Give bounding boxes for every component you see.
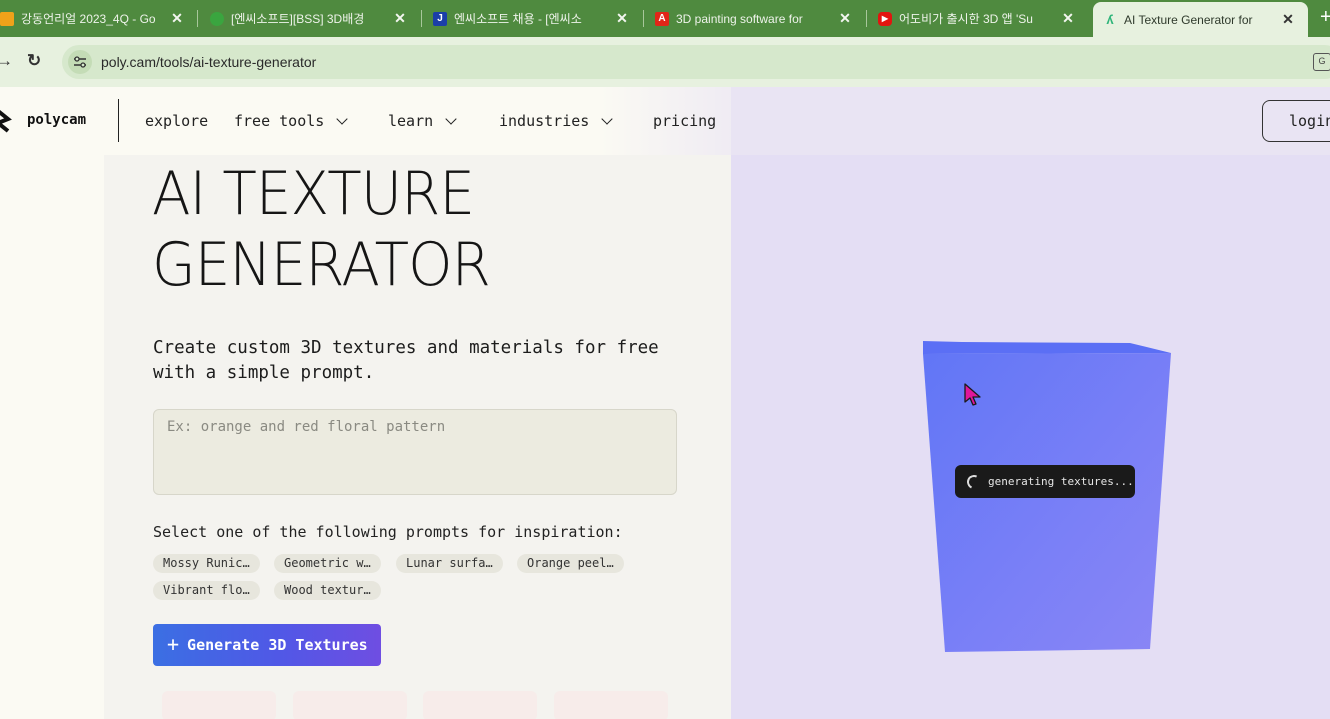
- polycam-icon: ʎ: [1106, 12, 1114, 27]
- tab-title: [엔씨소프트][BSS] 3D배경: [231, 12, 365, 26]
- spinner-icon: [965, 472, 983, 491]
- reload-icon[interactable]: ↻: [27, 51, 41, 71]
- browser-tab-1[interactable]: 강동언리얼 2023_4Q - Go ✕: [0, 4, 185, 33]
- green-blob-icon: [210, 11, 224, 26]
- close-icon[interactable]: ✕: [1280, 11, 1296, 28]
- tab-separator: [197, 10, 198, 27]
- orange-square-icon: [0, 11, 14, 26]
- translate-icon[interactable]: G: [1313, 53, 1330, 71]
- cube-front-face: [923, 353, 1171, 652]
- browser-tab-3[interactable]: J 엔씨소프트 채용 - [엔씨소 ✕: [433, 4, 630, 33]
- page: polycam explore free tools learn industr…: [0, 87, 1330, 719]
- tab-separator: [421, 10, 422, 27]
- browser-toolbar: → ↻ poly.cam/tools/ai-texture-generator: [0, 37, 1330, 87]
- mouse-cursor-icon: [964, 383, 981, 406]
- close-icon[interactable]: ✕: [392, 10, 408, 27]
- tab-title: 어도비가 출시한 3D 앱 'Su: [899, 12, 1033, 26]
- youtube-icon: ▶: [878, 11, 892, 26]
- close-icon[interactable]: ✕: [1060, 10, 1076, 27]
- browser-tab-strip: 강동언리얼 2023_4Q - Go ✕ [엔씨소프트][BSS] 3D배경 ✕…: [0, 0, 1330, 37]
- texture-preview-cube[interactable]: [0, 87, 1330, 719]
- address-bar[interactable]: poly.cam/tools/ai-texture-generator: [62, 45, 1330, 79]
- tab-separator: [643, 10, 644, 27]
- browser-tab-2[interactable]: [엔씨소프트][BSS] 3D배경 ✕: [210, 4, 408, 33]
- close-icon[interactable]: ✕: [837, 10, 853, 27]
- browser-tab-5[interactable]: ▶ 어도비가 출시한 3D 앱 'Su ✕: [878, 4, 1076, 33]
- tab-title: 엔씨소프트 채용 - [엔씨소: [454, 12, 582, 26]
- url-text[interactable]: poly.cam/tools/ai-texture-generator: [101, 54, 316, 70]
- tab-separator: [866, 10, 867, 27]
- close-icon[interactable]: ✕: [169, 10, 185, 27]
- tab-title: AI Texture Generator for: [1124, 12, 1253, 27]
- tab-title: 강동언리얼 2023_4Q - Go: [21, 12, 156, 26]
- new-tab-button[interactable]: +: [1320, 6, 1330, 29]
- browser-tab-4[interactable]: A 3D painting software for ✕: [655, 4, 853, 33]
- generating-status: generating textures...: [955, 465, 1135, 498]
- adobe-icon: A: [655, 11, 669, 26]
- generating-status-text: generating textures...: [988, 475, 1134, 488]
- j-letter-icon: J: [433, 11, 447, 26]
- close-icon[interactable]: ✕: [614, 10, 630, 27]
- browser-tab-active[interactable]: ʎ AI Texture Generator for ✕: [1093, 2, 1308, 37]
- cube-top-face: [923, 341, 1171, 354]
- site-settings-icon[interactable]: [68, 50, 92, 74]
- forward-icon[interactable]: →: [0, 51, 13, 71]
- tab-title: 3D painting software for: [676, 11, 803, 26]
